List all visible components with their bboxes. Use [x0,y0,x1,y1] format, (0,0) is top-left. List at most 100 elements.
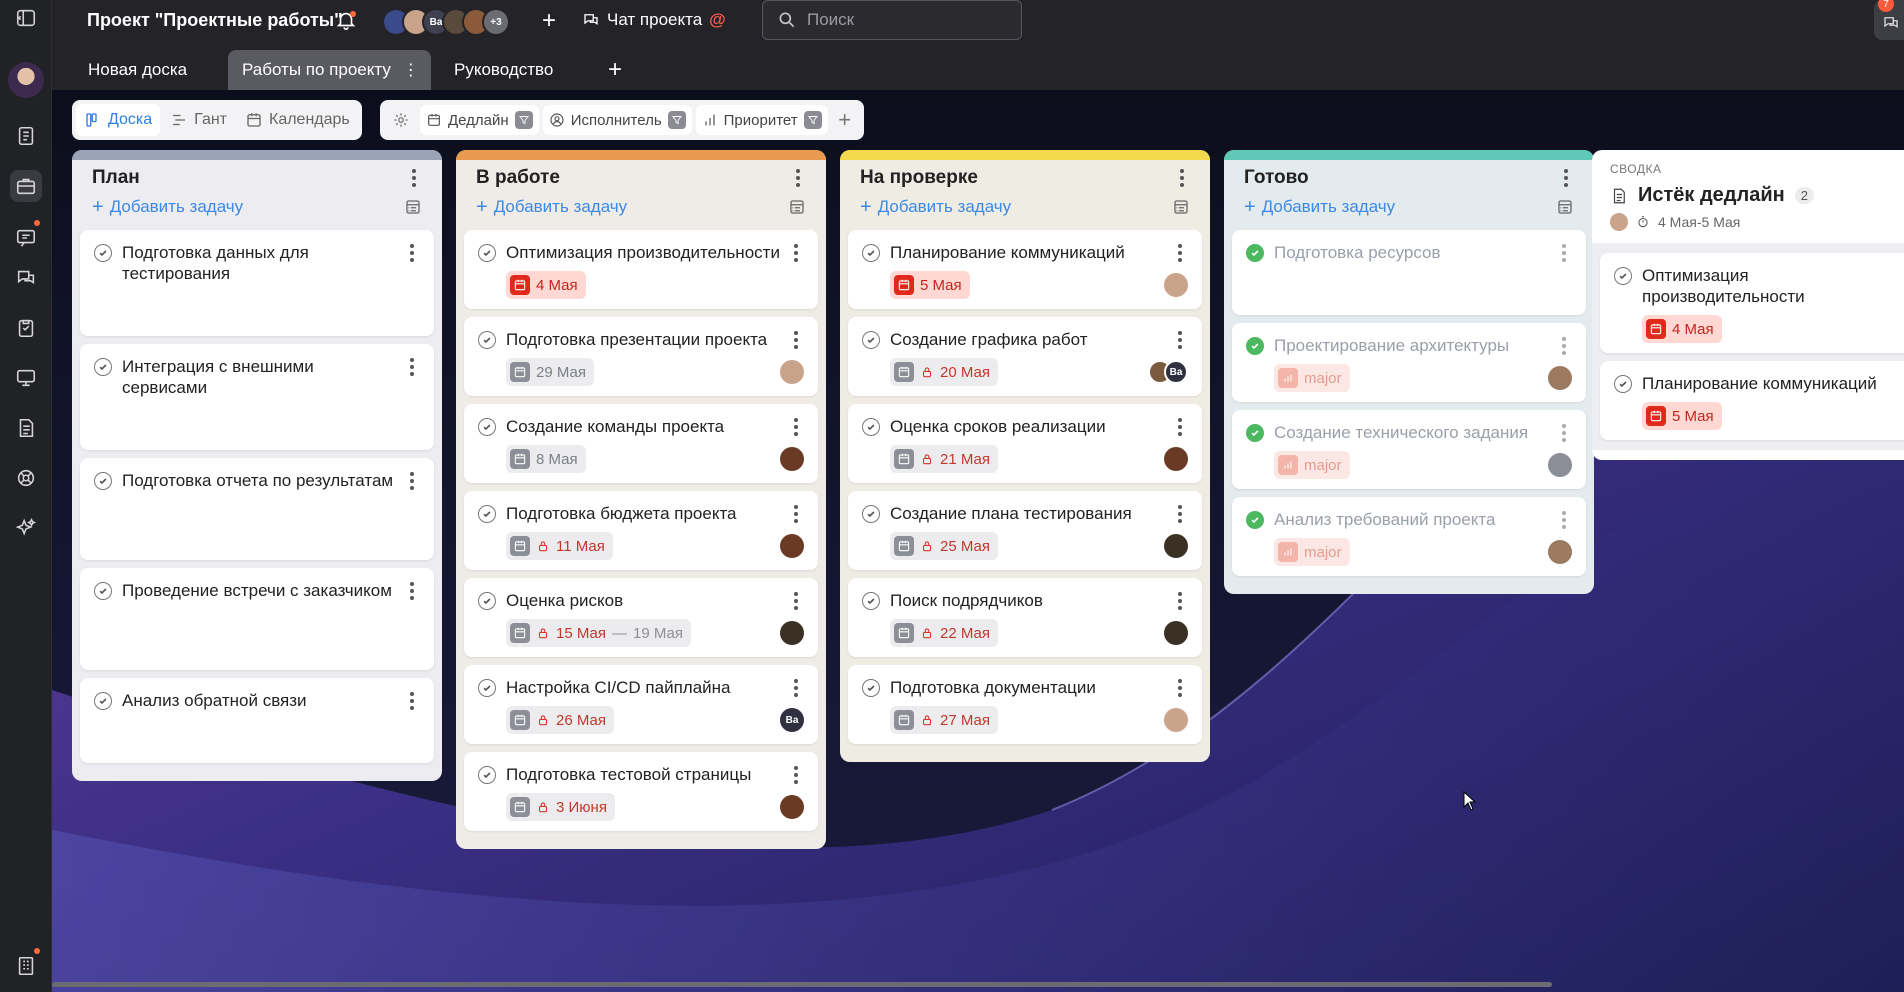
view-board-button[interactable]: Доска [76,104,161,136]
complete-check-icon[interactable] [1614,267,1632,285]
deadline-chip[interactable]: 15 Мая — 19 Мая [506,619,691,647]
deadline-chip[interactable]: 20 Мая [890,358,998,386]
complete-check-icon[interactable] [94,582,112,600]
task-card[interactable]: Интеграция с внешними сервисами [80,344,434,450]
done-check-icon[interactable] [1246,424,1264,442]
deadline-chip[interactable]: 22 Мая [890,619,998,647]
view-calendar-button[interactable]: Календарь [237,104,358,136]
complete-check-icon[interactable] [862,505,880,523]
template-icon[interactable] [788,198,806,216]
task-card[interactable]: Подготовка бюджета проекта 11 Мая [464,491,818,570]
assignee-avatar[interactable] [780,621,804,645]
project-chat-button[interactable]: Чат проекта @ [582,10,726,30]
task-card[interactable]: Подготовка ресурсов [1232,230,1586,315]
horizontal-scrollbar[interactable] [52,982,1552,987]
deadline-chip[interactable]: 8 Мая [506,445,586,473]
complete-check-icon[interactable] [862,418,880,436]
task-card[interactable]: Подготовка отчета по результатам [80,458,434,560]
deadline-chip[interactable]: 25 Мая [890,532,998,560]
card-menu-icon[interactable] [404,244,420,262]
funnel-icon[interactable] [803,111,822,129]
card-menu-icon[interactable] [404,582,420,600]
company-icon[interactable] [10,950,42,982]
task-card[interactable]: Создание технического задания major [1232,410,1586,489]
card-menu-icon[interactable] [404,692,420,710]
task-card[interactable]: Создание команды проекта 8 Мая [464,404,818,483]
assignee-avatar[interactable] [780,534,804,558]
tasks-icon[interactable] [10,120,42,152]
card-menu-icon[interactable] [1172,244,1188,262]
deadline-chip[interactable]: 26 Мая [506,706,614,734]
task-card[interactable]: Оценка рисков 15 Мая — 19 Мая [464,578,818,657]
task-card[interactable]: Проведение встречи с заказчиком [80,568,434,670]
task-card[interactable]: Анализ обратной связи [80,678,434,763]
complete-check-icon[interactable] [862,679,880,697]
template-icon[interactable] [1556,198,1574,216]
task-card[interactable]: Оптимизация производительности 4 Мая [464,230,818,309]
clipboard-icon[interactable] [10,312,42,344]
deadline-chip[interactable]: 3 Июня [506,793,615,821]
settings-gear-icon[interactable] [386,105,416,135]
complete-check-icon[interactable] [862,331,880,349]
complete-check-icon[interactable] [478,418,496,436]
projects-icon[interactable] [10,170,42,202]
card-menu-icon[interactable] [788,418,804,436]
deadline-chip[interactable]: 4 Мая [506,271,586,299]
done-check-icon[interactable] [1246,337,1264,355]
add-task-button[interactable]: + Добавить задачу [1244,196,1395,219]
done-check-icon[interactable] [1246,511,1264,529]
card-menu-icon[interactable] [1556,244,1572,262]
card-menu-icon[interactable] [788,505,804,523]
column-menu-icon[interactable] [1174,169,1190,187]
funnel-icon[interactable] [667,111,686,129]
tab-project-works[interactable]: Работы по проекту ⋮ [228,50,431,90]
task-card[interactable]: Планирование коммуникаций 5 Мая [848,230,1202,309]
sidebar-toggle-icon[interactable] [10,2,42,34]
assignee-avatar[interactable] [1164,708,1188,732]
tab-new-board[interactable]: Новая доска [74,50,201,90]
ai-sparkle-icon[interactable] [10,512,42,544]
add-member-button[interactable]: + [542,9,556,33]
priority-chip[interactable]: major [1274,451,1350,479]
card-menu-icon[interactable] [1172,331,1188,349]
complete-check-icon[interactable] [478,592,496,610]
deadline-chip[interactable]: 5 Мая [1642,402,1722,430]
filter-assignee[interactable]: Исполнитель [542,105,692,135]
complete-check-icon[interactable] [478,505,496,523]
card-menu-icon[interactable] [788,592,804,610]
done-check-icon[interactable] [1246,244,1264,262]
card-menu-icon[interactable] [788,679,804,697]
assignee-avatar[interactable] [780,447,804,471]
complete-check-icon[interactable] [478,244,496,262]
complete-check-icon[interactable] [862,244,880,262]
template-icon[interactable] [404,198,422,216]
complete-check-icon[interactable] [1614,375,1632,393]
search-input[interactable] [807,10,997,30]
add-filter-button[interactable]: + [832,107,858,133]
task-card[interactable]: Настройка CI/CD пайплайна 26 Мая Ba [464,665,818,744]
assignee-avatar[interactable] [1164,273,1188,297]
task-card[interactable]: Оптимизация производительности 4 Мая [1600,253,1904,353]
card-menu-icon[interactable] [404,358,420,376]
assignee-avatar[interactable] [1164,534,1188,558]
task-card[interactable]: Создание графика работ 20 Мая Ba [848,317,1202,396]
add-task-button[interactable]: + Добавить задачу [860,196,1011,219]
deadline-chip[interactable]: 27 Мая [890,706,998,734]
complete-check-icon[interactable] [94,692,112,710]
view-gantt-button[interactable]: Гант [162,104,235,136]
support-icon[interactable] [10,462,42,494]
add-task-button[interactable]: + Добавить задачу [92,196,243,219]
task-card[interactable]: Создание плана тестирования 25 Мая [848,491,1202,570]
assignee-avatars[interactable]: Ba [1148,360,1188,384]
project-title[interactable]: Проект "Проектные работы" [87,10,343,31]
tab-management[interactable]: Руководство [440,50,567,90]
messages-icon[interactable] [10,222,42,254]
card-menu-icon[interactable] [1556,424,1572,442]
card-menu-icon[interactable] [1172,679,1188,697]
complete-check-icon[interactable] [478,331,496,349]
complete-check-icon[interactable] [478,766,496,784]
assignee-avatar[interactable] [1548,540,1572,564]
card-menu-icon[interactable] [1556,511,1572,529]
card-menu-icon[interactable] [788,244,804,262]
task-card[interactable]: Планирование коммуникаций 5 Мая [1600,361,1904,440]
